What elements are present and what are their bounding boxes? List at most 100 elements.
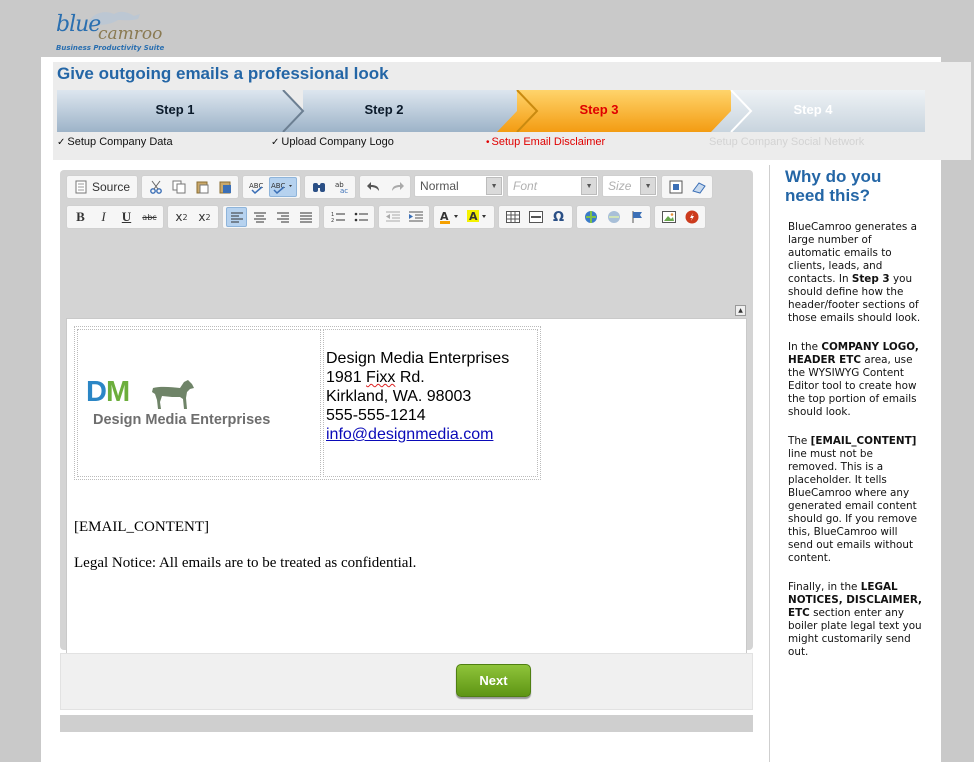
step-4-subtitle: Setup Company Social Network (709, 136, 865, 148)
footer-bar (60, 715, 753, 732)
chevron-down-icon: ▼ (640, 177, 657, 195)
font-placeholder: Font (513, 179, 538, 193)
toolbar-group-source: Source (66, 175, 139, 199)
image-icon[interactable] (658, 207, 679, 227)
numbered-list-icon[interactable]: 12 (327, 207, 348, 227)
link-icon[interactable] (580, 207, 601, 227)
email-link[interactable]: info@designmedia.com (326, 426, 493, 443)
align-justify-icon[interactable] (295, 207, 316, 227)
find-icon[interactable] (308, 177, 329, 197)
size-placeholder: Size (608, 179, 632, 193)
check-icon: ✓ (271, 137, 280, 148)
spellcheck-as-you-type-icon[interactable]: ABC (269, 177, 298, 197)
size-select[interactable]: Size ▼ (602, 175, 659, 197)
city-state-zip: Kirkland, WA. 98003 (326, 388, 472, 405)
help-paragraph-3: The [EMAIL_CONTENT] line must not be rem… (788, 435, 917, 564)
cut-icon[interactable] (145, 177, 166, 197)
horizontal-rule-icon[interactable] (525, 207, 546, 227)
replace-icon[interactable]: ab ac (331, 177, 352, 197)
format-select[interactable]: Normal ▼ (414, 175, 505, 197)
toolbar-row-1: Source ABC ABC ab ac Normal ▼ Font ▼ Siz… (66, 175, 714, 199)
font-select[interactable]: Font ▼ (507, 175, 600, 197)
email-content-placeholder: [EMAIL_CONTENT] (74, 519, 209, 535)
svg-text:ac: ac (340, 187, 348, 194)
subscript-icon[interactable]: x2 (171, 207, 192, 227)
source-button[interactable]: Source (70, 177, 134, 197)
unlink-icon[interactable] (603, 207, 624, 227)
logo-tagline: Business Productivity Suite (56, 44, 165, 52)
company-logo-image[interactable]: DM Design Media Enterprises (84, 376, 294, 432)
paste-text-icon[interactable] (214, 177, 235, 197)
wysiwyg-editor: Source ABC ABC ab ac Normal ▼ Font ▼ Siz… (60, 170, 753, 673)
copy-icon[interactable] (168, 177, 189, 197)
toolbar-group-indent (378, 205, 430, 229)
maximize-icon[interactable] (665, 177, 686, 197)
italic-icon[interactable]: I (93, 207, 114, 227)
toolbar-group-history (359, 175, 412, 199)
help-panel: Why do you need this? BlueCamroo generat… (785, 167, 925, 675)
paste-icon[interactable] (191, 177, 212, 197)
help-paragraph-2: In the COMPANY LOGO, HEADER ETC area, us… (788, 341, 919, 418)
address-cell[interactable]: Design Media Enterprises 1981 Fixx Rd. K… (323, 329, 538, 477)
toolbar-group-basic: B I U abc (66, 205, 164, 229)
superscript-icon[interactable]: x2 (194, 207, 215, 227)
logo-text-blue: blue (56, 12, 101, 37)
indent-icon[interactable] (405, 207, 426, 227)
special-char-icon[interactable]: Ω (548, 207, 569, 227)
align-center-icon[interactable] (249, 207, 270, 227)
editor-content-area[interactable]: DM Design Media Enterprises Design Media… (66, 318, 747, 673)
outdent-icon[interactable] (382, 207, 403, 227)
spellcheck-icon[interactable]: ABC (246, 177, 267, 197)
toolbar-group-clipboard (141, 175, 240, 199)
toolbar-group-find: ab ac (304, 175, 357, 199)
bulleted-list-icon[interactable] (350, 207, 371, 227)
flash-icon[interactable] (681, 207, 702, 227)
underline-icon[interactable]: U (116, 207, 137, 227)
anchor-icon[interactable] (626, 207, 647, 227)
company-logo-text: Design Media Enterprises (93, 412, 271, 428)
company-address: Design Media Enterprises 1981 Fixx Rd. K… (326, 349, 509, 444)
step-3-label: Step 3 (579, 102, 619, 117)
toolbar-group-list: 12 (323, 205, 375, 229)
logo-text-camroo: camroo (98, 24, 163, 44)
logo-cell[interactable]: DM Design Media Enterprises (77, 329, 321, 477)
step-4-label: Step 4 (793, 102, 833, 117)
step-1-label: Step 1 (155, 102, 195, 117)
remove-format-icon[interactable] (688, 177, 709, 197)
help-paragraph-4: Finally, in the LEGAL NOTICES, DISCLAIME… (788, 581, 922, 658)
toolbar-group-script: x2 x2 (167, 205, 219, 229)
signature-table[interactable]: DM Design Media Enterprises Design Media… (74, 326, 541, 480)
help-paragraph-1: BlueCamroo generates a large number of a… (788, 221, 921, 324)
actions-panel: Next (60, 653, 753, 710)
chevron-down-icon: ▼ (486, 177, 503, 195)
collapse-toolbar-button[interactable]: ▲ (735, 305, 746, 316)
svg-text:2: 2 (331, 218, 334, 223)
step-1-subtitle: ✓ Setup Company Data (57, 136, 173, 148)
main-container: Give outgoing emails a professional look (41, 57, 971, 762)
table-icon[interactable] (502, 207, 523, 227)
bluecamroo-logo[interactable]: blue camroo Business Productivity Suite (54, 8, 174, 58)
bold-icon[interactable]: B (70, 207, 91, 227)
bullet-icon: • (486, 137, 490, 148)
step-2-label: Step 2 (364, 102, 404, 117)
toolbar-group-links (576, 205, 651, 229)
phone-number: 555-555-1214 (326, 407, 426, 424)
text-color-icon[interactable]: A (437, 207, 463, 227)
svg-text:ABC: ABC (271, 182, 285, 190)
chevron-down-icon: ▼ (581, 177, 598, 195)
company-name: Design Media Enterprises (326, 350, 510, 367)
strikethrough-icon[interactable]: abc (139, 207, 160, 227)
toolbar-row-2: B I U abc x2 x2 12 A A Ω (66, 205, 706, 229)
background-color-icon[interactable]: A (465, 207, 491, 227)
legal-notice: Legal Notice: All emails are to be treat… (74, 555, 417, 571)
undo-icon[interactable] (363, 177, 384, 197)
toolbar-group-color: A A (433, 205, 495, 229)
align-left-icon[interactable] (226, 207, 247, 227)
dog-icon (152, 380, 194, 409)
align-right-icon[interactable] (272, 207, 293, 227)
help-heading: Why do you need this? (785, 167, 882, 205)
redo-icon[interactable] (386, 177, 407, 197)
page-title: Give outgoing emails a professional look (57, 64, 389, 83)
step-3-subtitle: • Setup Email Disclaimer (486, 136, 606, 148)
next-button[interactable]: Next (456, 664, 531, 697)
